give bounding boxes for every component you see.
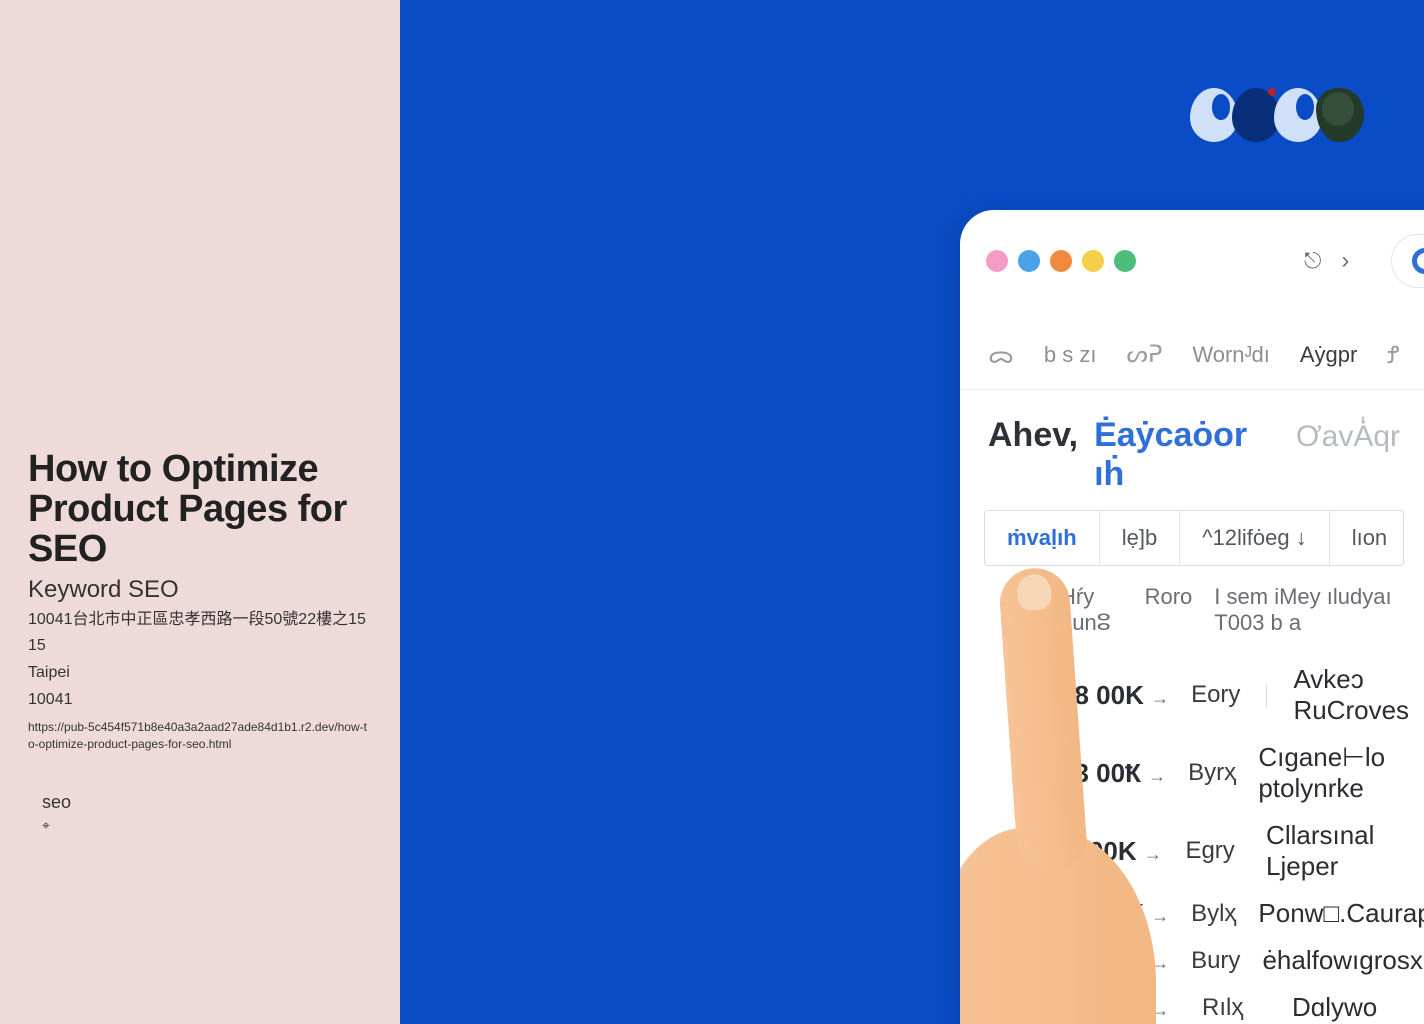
headline-grey: ƠavA̒qr (1296, 420, 1400, 454)
logo-blob-2-icon (1232, 88, 1280, 142)
browser-window: ⎋ › Wnind Sṗolech Ọvsaṁoẁing ?mats ȯitl … (960, 210, 1424, 1024)
traffic-dot-pink-icon[interactable] (986, 250, 1008, 272)
address-city: Taipei (28, 663, 372, 684)
row-keyword: Avkeɔ RuCroves (1293, 664, 1424, 726)
filter-lejb[interactable]: lẹ]b (1100, 511, 1180, 565)
hero-area: ⎋ › Wnind Sṗolech Ọvsaṁoẁing ?mats ȯitl … (400, 0, 1424, 1024)
headline-dark: Ahev, (988, 416, 1078, 455)
tag-label: seo (42, 792, 372, 813)
address-bar[interactable]: Wnind Sṗolech Ọvsaṁoẁing ?mats ȯitl ·· (1391, 234, 1424, 288)
tag-glyph-icon: ⌖ (42, 817, 372, 834)
page-url: https://pub-5c454f571b8e40a3a2aad27ade84… (28, 719, 372, 753)
row-tag: Bury (1191, 947, 1240, 975)
page-title: How to Optimize Product Pages for SEO (28, 450, 372, 570)
row-tag: Bylҳ (1191, 900, 1236, 928)
keyword-list: 68 00K → Eory Avkeɔ RuCroves 13 00Ҟ → Byrҳ Cı… (960, 650, 1424, 1024)
keyword-row[interactable]: 8l 00K → Eɡry Cllarsınal Ljeper (1060, 812, 1424, 890)
page-root: How to Optimize Product Pages for SEO Ke… (0, 0, 1424, 1024)
headline-row: Ahev, Ėaẏcaȯor ıḣ ƠavA̒qr (960, 390, 1424, 510)
row-keyword: Cıɡane⊢lo ptolynrke (1258, 742, 1424, 804)
traffic-lights (986, 250, 1136, 272)
subheader-isem: I sem iMey ıludyaı T003 b a (1214, 584, 1400, 636)
tab-worn[interactable]: Wornᴶdı (1192, 342, 1269, 368)
row-metric: 17 00Ḳ → (1060, 992, 1180, 1023)
logo-cluster (1190, 88, 1364, 142)
logo-blob-1-icon (1190, 88, 1238, 142)
keyword-row[interactable]: 82 00K → Bury ėhalfowıɡrosxn (1060, 937, 1424, 984)
tab-icon-6[interactable]: Ꝭ (1387, 338, 1399, 371)
tab-aygpr[interactable]: Aẏɡpr (1300, 342, 1357, 368)
row-metric: 8l 00K → (1060, 836, 1163, 867)
tool-tab-strip: ᯅ b s zı ᔕᕈ Wornᴶdı Aẏɡpr Ꝭ Tē Tıɡeıv, n… (960, 304, 1424, 390)
filter-bar: ṁvaḷıh lẹ]b ^12lifȯeɡ ↓ lıon ⤳ Tҝ ⥾Excıe… (984, 510, 1404, 566)
row-keyword: Ponw□.Caurapednth (1258, 898, 1424, 929)
trend-arrow-icon: → (1144, 844, 1162, 864)
nav-forward-icon[interactable]: › (1341, 247, 1349, 275)
trend-arrow-icon: → (1151, 906, 1169, 926)
headline-blue: Ėaẏcaȯor ıḣ (1094, 416, 1276, 494)
traffic-dot-orange-icon[interactable] (1050, 250, 1072, 272)
trend-arrow-icon: → (1148, 766, 1166, 786)
row-metric: 82 00K → (1060, 945, 1169, 976)
logo-blob-4-icon (1316, 88, 1364, 142)
row-tag: Byrҳ (1188, 759, 1236, 787)
search-ring-icon (1412, 248, 1424, 274)
filter-lion[interactable]: lıon (1330, 511, 1404, 565)
browser-chrome-bar: ⎋ › Wnind Sṗolech Ọvsaṁoẁing ?mats ȯitl … (960, 210, 1424, 304)
row-keyword: ėhalfowıɡrosxn (1262, 945, 1424, 976)
row-metric: 68 00K → (1060, 680, 1169, 711)
tab-bsz[interactable]: b s zı (1044, 342, 1097, 368)
column-subheader: Hŕy ounⵓ Roro I sem iMey ıludyaı T003 b … (960, 566, 1424, 650)
trend-arrow-icon: → (1151, 953, 1169, 973)
keyword-row[interactable]: 17 00Ḳ → Rılҳ Dɑlywo (1060, 984, 1424, 1024)
trend-arrow-icon: → (1151, 688, 1169, 708)
left-panel: How to Optimize Product Pages for SEO Ke… (0, 0, 400, 1024)
traffic-dot-green-icon[interactable] (1114, 250, 1136, 272)
keyword-row[interactable]: 80 00K → Bylҳ Ponw□.Caurapednth (1060, 890, 1424, 937)
row-tag: Eory (1191, 681, 1240, 709)
trend-arrow-icon: → (1151, 1000, 1169, 1020)
keyword-row[interactable]: 13 00Ҟ → Byrҳ Cıɡane⊢lo ptolynrke (1060, 734, 1424, 812)
row-tag: Rılҳ (1202, 994, 1270, 1022)
address-line-2: 15 (28, 636, 372, 657)
keyword-row[interactable]: 68 00K → Eory Avkeɔ RuCroves (1060, 656, 1424, 734)
row-metric: 13 00Ҟ → (1060, 758, 1166, 789)
address-zip: 10041 (28, 690, 372, 711)
subheader-hry: Hŕy ounⵓ (1060, 584, 1123, 636)
nav-refresh-icon[interactable]: ⎋ (1304, 248, 1321, 274)
left-spacer (28, 0, 372, 450)
row-separator-icon (1266, 683, 1267, 707)
page-subtitle: Keyword SEO (28, 576, 372, 604)
row-keyword: Cllarsınal Ljeper (1266, 820, 1424, 882)
tab-icon-1[interactable]: ᯅ (988, 338, 1014, 371)
traffic-dot-yellow-icon[interactable] (1082, 250, 1104, 272)
filter-12lifeg[interactable]: ^12lifȯeɡ ↓ (1180, 511, 1330, 565)
address-line-1: 10041台北市中正區忠孝西路一段50號22樓之15 (28, 610, 372, 631)
logo-blob-3-icon (1274, 88, 1322, 142)
tab-icon-3[interactable]: ᔕᕈ (1127, 340, 1163, 369)
filter-active[interactable]: ṁvaḷıh (985, 511, 1100, 565)
traffic-dot-blue-icon[interactable] (1018, 250, 1040, 272)
row-keyword: Dɑlywo (1292, 992, 1377, 1023)
row-tag: Eɡry (1185, 837, 1244, 865)
subheader-roro: Roro (1145, 584, 1193, 636)
row-metric: 80 00K → (1060, 898, 1169, 929)
